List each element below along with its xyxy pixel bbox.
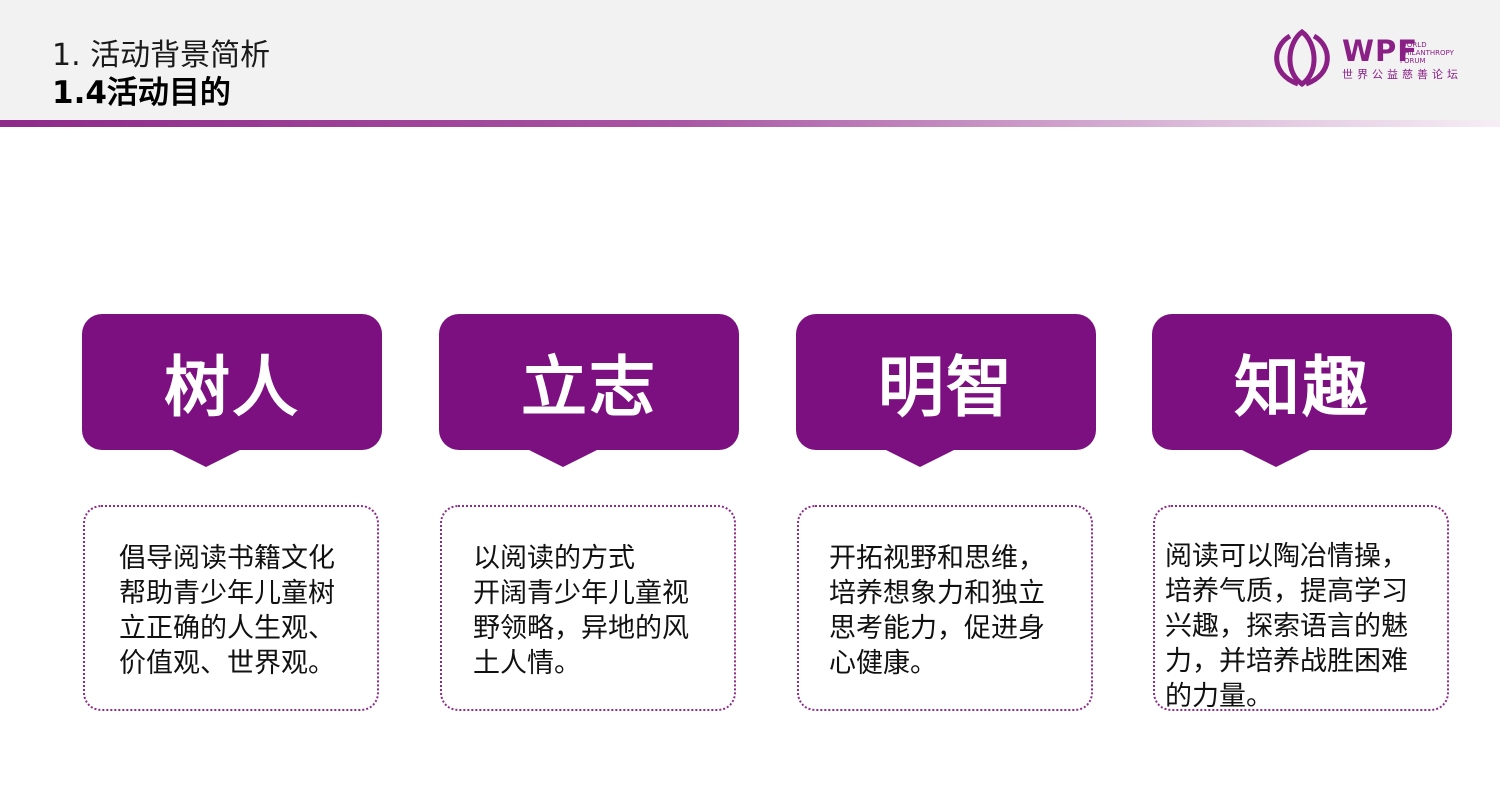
goal-description: 阅读可以陶冶情操， 培养气质，提高学习 兴趣，探索语言的魅 力，并培养战胜困难 …	[1165, 541, 1408, 712]
goal-tab: 立志	[439, 314, 739, 450]
goal-column-3: 明智 开拓视野和思维， 培养想象力和独立 思考能力，促进身 心健康。	[796, 314, 1098, 716]
goal-column-2: 立志 以阅读的方式 开阔青少年儿童视 野领略，异地的风 土人情。	[439, 314, 741, 716]
tab-pointer	[170, 449, 242, 467]
goal-description-card: 倡导阅读书籍文化 帮助青少年儿童树 立正确的人生观、 价值观、世界观。	[83, 505, 379, 711]
goal-description: 开拓视野和思维， 培养想象力和独立 思考能力，促进身 心健康。	[829, 543, 1045, 679]
tab-pointer	[1240, 449, 1312, 467]
goal-label: 明智	[878, 349, 1014, 426]
goal-label: 立志	[521, 349, 657, 426]
tab-pointer	[884, 449, 956, 467]
goal-description-card: 以阅读的方式 开阔青少年儿童视 野领略，异地的风 土人情。	[440, 505, 736, 711]
goal-tab: 明智	[796, 314, 1096, 450]
section-subtitle: 1. 活动背景简析	[52, 38, 271, 73]
header-gradient-bar	[0, 120, 1500, 127]
goal-description: 以阅读的方式 开阔青少年儿童视 野领略，异地的风 土人情。	[473, 543, 689, 679]
wpf-logo: WPF WORLD PHILANTHROPY FORUM 世界公益慈善论坛	[1268, 28, 1478, 90]
tab-pointer	[527, 449, 599, 467]
goal-tab: 知趣	[1152, 314, 1452, 450]
goal-description-card: 阅读可以陶冶情操， 培养气质，提高学习 兴趣，探索语言的魅 力，并培养战胜困难 …	[1153, 505, 1449, 712]
logo-chinese-text: 世界公益慈善论坛	[1342, 68, 1462, 81]
goal-tab: 树人	[82, 314, 382, 450]
goal-label: 知趣	[1234, 349, 1370, 426]
goal-column-4: 知趣 阅读可以陶冶情操， 培养气质，提高学习 兴趣，探索语言的魅 力，并培养战胜…	[1152, 314, 1454, 716]
logo-english-text: WORLD PHILANTHROPY FORUM	[1400, 41, 1454, 65]
lotus-logo-icon	[1274, 28, 1330, 88]
goal-description: 倡导阅读书籍文化 帮助青少年儿童树 立正确的人生观、 价值观、世界观。	[119, 543, 335, 679]
goal-description-card: 开拓视野和思维， 培养想象力和独立 思考能力，促进身 心健康。	[797, 505, 1093, 711]
goal-label: 树人	[164, 349, 300, 426]
goal-column-1: 树人 倡导阅读书籍文化 帮助青少年儿童树 立正确的人生观、 价值观、世界观。	[82, 314, 384, 716]
page-title: 1.4活动目的	[52, 75, 231, 111]
